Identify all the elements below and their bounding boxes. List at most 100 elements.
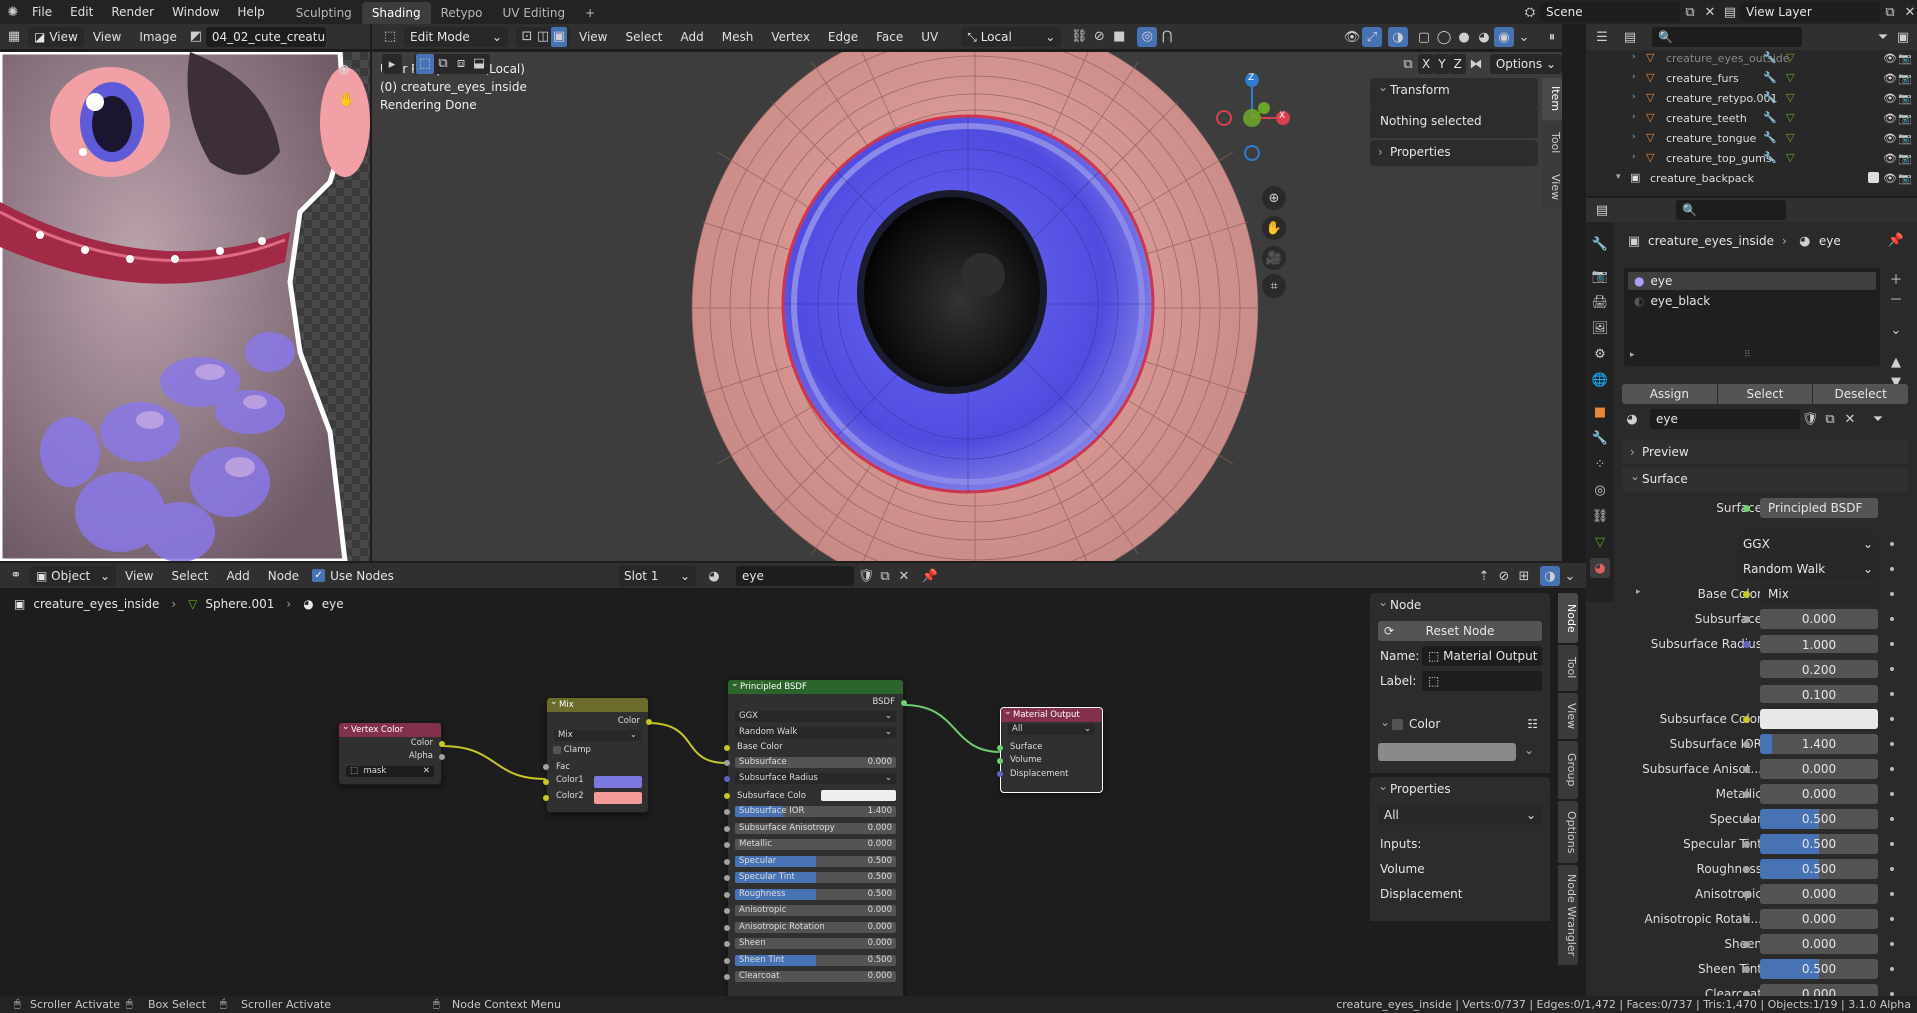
delete-scene-icon[interactable]: ✕ xyxy=(1700,2,1720,22)
keyframe-dot-icon[interactable] xyxy=(1890,842,1894,846)
topology-mirror-icon[interactable]: ⧓ xyxy=(1466,54,1486,74)
mode-dropdown[interactable]: Edit Mode ⌄ xyxy=(404,26,508,47)
preview-panel-title[interactable]: Preview xyxy=(1622,440,1908,464)
property-value-field[interactable]: 1.000 xyxy=(1760,635,1878,653)
mix-blend-dropdown[interactable]: Mix ⌄ xyxy=(554,730,641,742)
material-output-node[interactable]: Material Output All ⌄ Surface Volume Disp… xyxy=(997,705,1103,793)
surface-panel-title[interactable]: Surface xyxy=(1622,464,1908,491)
new-collection-icon[interactable]: ▣ xyxy=(1893,27,1913,47)
outliner-item[interactable]: › ▽ creature_tongue 🔧 ▽ 👁 📷 xyxy=(1588,130,1917,146)
snap-target-icon[interactable]: ⊞ xyxy=(1514,566,1534,586)
node-menu-node[interactable]: Node xyxy=(259,564,308,588)
properties-search-input[interactable]: 🔍 xyxy=(1676,200,1786,220)
image-menu-image[interactable]: Image xyxy=(130,25,186,49)
checkbox-checked-icon[interactable]: ✓ xyxy=(312,569,326,582)
unlink-material-icon[interactable]: ✕ xyxy=(1840,409,1860,429)
image-browse-icon[interactable]: ◩ xyxy=(186,27,206,47)
material-browse-icon[interactable]: ◕ xyxy=(704,566,724,586)
outliner-item[interactable]: › ▽ creature_furs 🔧 ▽ 👁 📷 xyxy=(1588,70,1917,86)
image-menu-view[interactable]: View xyxy=(84,25,130,49)
expand-triangle-icon[interactable]: › xyxy=(1632,152,1636,162)
render-camera-icon[interactable]: 📷 xyxy=(1898,152,1912,165)
property-value-field[interactable]: 0.000 xyxy=(1760,609,1878,629)
pan-hand-icon[interactable]: ✋ xyxy=(1262,216,1286,240)
property-value-field[interactable]: 0.100 xyxy=(1760,685,1878,703)
bsdf-value-field[interactable]: Clearcoat 0.000 xyxy=(735,971,896,983)
node-color-header[interactable]: ⌄ Color ☷ xyxy=(1370,713,1550,735)
keyframe-dot-icon[interactable] xyxy=(1890,592,1894,596)
vertex-color-node[interactable]: Vertex Color Color Alpha ⬚ mask ✕ xyxy=(338,720,445,785)
viewport-menu-edge[interactable]: Edge xyxy=(819,25,867,49)
surface-shader-field[interactable]: Principled BSDF xyxy=(1760,498,1878,518)
bsdf-ssm-dropdown[interactable]: Random Walk ⌄ xyxy=(735,727,896,739)
subsurface-method-dropdown[interactable]: Random Walk ⌄ xyxy=(1737,559,1878,579)
camera-view-icon[interactable]: 🎥 xyxy=(1262,246,1286,270)
menu-help[interactable]: Help xyxy=(228,0,273,24)
property-value-field[interactable]: 0.500 xyxy=(1760,809,1878,829)
outliner-item[interactable]: › ▽ creature_eyes_outside 🔧 ▽ 👁 📷 xyxy=(1588,50,1917,66)
keyframe-dot-icon[interactable] xyxy=(1890,692,1894,696)
input-socket[interactable] xyxy=(724,941,730,948)
property-value-field[interactable]: 0.500 xyxy=(1760,959,1878,979)
unlink-material-icon[interactable]: ✕ xyxy=(894,566,914,586)
keyframe-dot-icon[interactable] xyxy=(1890,567,1894,571)
properties-editor-type-icon[interactable]: ▤ xyxy=(1592,200,1612,220)
input-socket[interactable] xyxy=(724,974,730,981)
scene-name[interactable]: Scene xyxy=(1540,2,1680,22)
scene-selector[interactable]: ⛭ Scene ⧉ ✕ xyxy=(1520,2,1720,22)
view-layer-selector[interactable]: ▤ View Layer ⧉ ✕ xyxy=(1720,2,1917,22)
color1-swatch[interactable] xyxy=(594,775,642,788)
gizmo-z-label[interactable]: Z xyxy=(1248,73,1254,83)
node-material-field[interactable]: eye xyxy=(736,566,854,586)
editor-type-icon[interactable]: ▦ xyxy=(4,27,24,47)
viewport-menu-add[interactable]: Add xyxy=(672,25,713,49)
input-socket[interactable] xyxy=(543,778,549,785)
fake-user-icon[interactable]: 🛡 xyxy=(856,566,876,586)
tab-node-view[interactable]: View xyxy=(1558,693,1578,739)
input-socket[interactable] xyxy=(724,924,730,931)
overlay-toggle-icon[interactable]: ◑ xyxy=(1540,566,1560,586)
input-socket[interactable] xyxy=(997,744,1003,751)
pin-icon[interactable]: 📌 xyxy=(920,566,940,586)
keyframe-dot-icon[interactable] xyxy=(1890,767,1894,771)
menu-window[interactable]: Window xyxy=(163,0,228,24)
assign-button[interactable]: Assign xyxy=(1622,384,1717,404)
bsdf-value-field[interactable]: Subsurface Anisotropy 0.000 xyxy=(735,822,896,834)
render-camera-icon[interactable]: 📷 xyxy=(1898,72,1912,85)
pivot-icon[interactable]: ⛓ xyxy=(1069,27,1089,47)
shader-type-dropdown[interactable]: ▣ Object ⌄ xyxy=(30,565,116,586)
keyframe-dot-icon[interactable] xyxy=(1890,717,1894,721)
input-socket[interactable] xyxy=(724,759,730,766)
transform-panel-title[interactable]: Transform xyxy=(1370,75,1538,102)
object-tab-icon[interactable]: ■ xyxy=(1590,402,1610,422)
input-socket[interactable] xyxy=(724,809,730,816)
material-tab-icon[interactable]: ◕ xyxy=(1590,558,1610,578)
output-tab-icon[interactable]: 🖨 xyxy=(1590,292,1610,312)
transform-orientation-dropdown[interactable]: ⤡ Local ⌄ xyxy=(961,26,1062,47)
particles-tab-icon[interactable]: ⁘ xyxy=(1590,454,1610,474)
tab-options[interactable]: Options xyxy=(1558,801,1578,863)
properties-panel-title[interactable]: Properties xyxy=(1370,140,1538,164)
input-socket[interactable] xyxy=(724,776,730,783)
bsdf-value-field[interactable]: Subsurface IOR 1.400 xyxy=(735,806,896,818)
collection-checkbox[interactable] xyxy=(1868,172,1879,183)
node-properties-title[interactable]: Properties xyxy=(1370,774,1550,801)
world-tab-icon[interactable]: 🌐 xyxy=(1590,370,1610,390)
keyframe-dot-icon[interactable] xyxy=(1890,642,1894,646)
render-camera-icon[interactable]: 📷 xyxy=(1898,112,1912,125)
hand-pan-icon[interactable]: ✋ xyxy=(338,92,355,108)
input-socket[interactable] xyxy=(724,842,730,849)
zoom-icon[interactable]: ⊕ xyxy=(1262,186,1286,210)
bsdf-value-field[interactable]: Specular Tint 0.500 xyxy=(735,872,896,884)
material-shading-icon[interactable]: ◕ xyxy=(1474,27,1494,47)
parent-node-tree-icon[interactable]: ⇡ xyxy=(1474,566,1494,586)
constraints-tab-icon[interactable]: ⛓ xyxy=(1590,506,1610,526)
property-value-field[interactable]: 0.500 xyxy=(1760,859,1878,879)
material-name-field[interactable]: eye xyxy=(1650,409,1800,429)
node-menu-add[interactable]: Add xyxy=(218,564,259,588)
tab-node[interactable]: Node xyxy=(1558,593,1578,643)
face-select-icon[interactable]: ▣ xyxy=(551,26,567,47)
display-mode-icon[interactable]: ▤ xyxy=(1620,27,1640,47)
scene-tab-icon[interactable]: ⚙ xyxy=(1590,344,1610,364)
render-camera-icon[interactable]: 📷 xyxy=(1898,132,1912,145)
